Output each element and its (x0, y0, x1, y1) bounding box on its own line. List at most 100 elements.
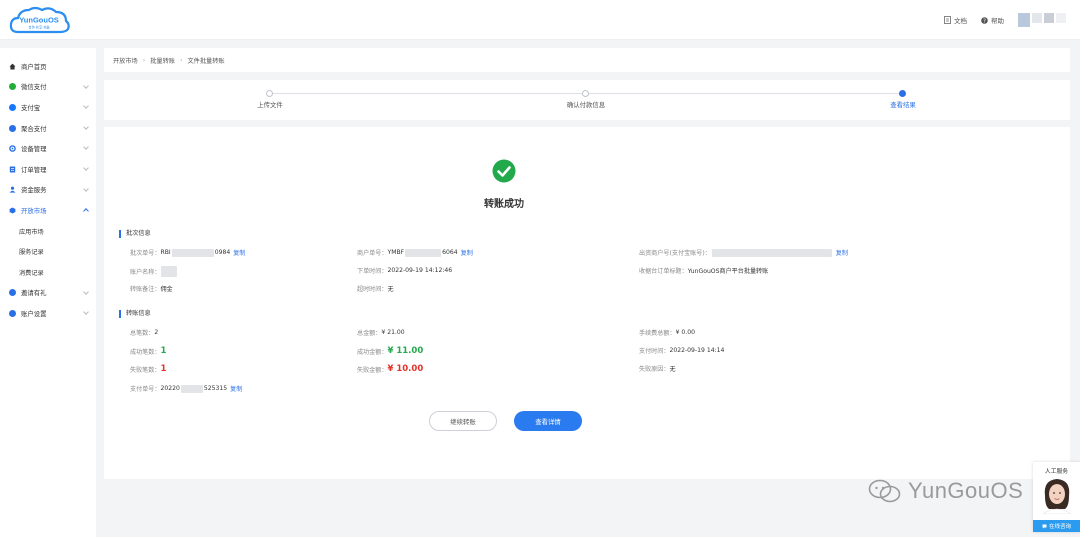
timeout-field: 超时时间： 无 (357, 284, 394, 293)
batch-section-title: 批次信息 (119, 230, 151, 238)
alipay-icon (9, 103, 16, 111)
sidebar-subitem-app-market[interactable]: 应用市场 (0, 221, 96, 242)
sidebar-item-orders[interactable]: 订单管理 (0, 159, 96, 180)
copy-merchant-no-button[interactable]: 复制 (461, 248, 473, 257)
sidebar-item-label: 邀请有礼 (21, 289, 47, 298)
step-connector (273, 93, 585, 94)
docs-link[interactable]: 文档 (944, 15, 967, 25)
pay-no-suffix: 525315 (203, 385, 228, 392)
sidebar-item-wechat-pay[interactable]: 微信支付 (0, 77, 96, 98)
order-time-label: 下单时间： (357, 268, 388, 275)
sidebar-item-label: 账户设置 (21, 309, 47, 318)
yungouos-logo[interactable]: YunGouOS 合作·共享·共赢 (8, 4, 72, 36)
success-amount-label: 成功金额： (357, 348, 388, 356)
fail-reason-label: 失败原因： (639, 366, 670, 373)
payer-account-label: 出资商户号(支付宝账号)： (639, 250, 711, 257)
masked-value (405, 248, 442, 257)
online-consult-label: 在线咨询 (1048, 524, 1071, 530)
customer-service-widget[interactable]: 人工服务 在线咨询 (1033, 462, 1080, 532)
masked-value (171, 248, 214, 257)
total-amount-field: 总金额： ¥ 21.00 (357, 328, 405, 337)
wechat-icon (9, 83, 16, 91)
sidebar-item-open-market[interactable]: 开放市场 (0, 200, 96, 221)
success-count-value: 1 (160, 346, 167, 356)
online-consult-button[interactable]: 在线咨询 (1033, 520, 1080, 532)
sidebar-item-invite[interactable]: 邀请有礼 (0, 283, 96, 304)
chevron-down-icon (83, 288, 89, 295)
success-check-icon (492, 159, 516, 183)
fund-icon (9, 186, 16, 193)
batch-no-prefix: RBI (160, 249, 171, 256)
masked-value (711, 248, 832, 257)
aggregate-pay-icon (9, 124, 16, 132)
bill-title-value: YunGouOS商户平台批量转账 (687, 268, 769, 275)
wechat-watermark-icon (868, 479, 901, 503)
batch-no-suffix: 0984 (214, 249, 231, 256)
success-count-field: 成功笔数： 1 (130, 346, 166, 356)
fail-reason-value: 无 (669, 366, 676, 373)
breadcrumb-batch-transfer[interactable]: 批量转账 (150, 56, 175, 65)
market-icon (9, 207, 16, 214)
progress-steps: 上传文件 确认付款信息 查看结果 (104, 80, 1070, 120)
pay-no-prefix: 20220 (160, 385, 180, 392)
user-avatar[interactable] (1018, 13, 1066, 27)
step-label-confirm: 确认付款信息 (566, 101, 606, 109)
step-label-result: 查看结果 (890, 101, 916, 109)
pay-no-field: 支付单号： 20220 525315 复制 (130, 384, 242, 393)
sidebar-item-aggregate-pay[interactable]: 聚合支付 (0, 118, 96, 139)
order-time-value: 2022-09-19 14:12:46 (387, 267, 453, 274)
step-label-upload: 上传文件 (257, 101, 283, 109)
logo-text: YunGouOS (19, 16, 59, 25)
merchant-no-prefix: YMBF (387, 249, 405, 256)
copy-pay-no-button[interactable]: 复制 (230, 384, 242, 393)
timeout-label: 超时时间： (357, 286, 388, 293)
copy-batch-no-button[interactable]: 复制 (233, 248, 245, 257)
fail-count-field: 失败笔数： 1 (130, 364, 166, 374)
step-dot-confirm (582, 90, 589, 97)
step-dot-upload (266, 90, 273, 97)
sidebar-subitem-service-records[interactable]: 服务记录 (0, 241, 96, 262)
logo-tagline: 合作·共享·共赢 (28, 25, 50, 30)
batch-no-label: 批次单号： (130, 250, 161, 257)
total-count-field: 总笔数： 2 (130, 328, 158, 337)
step-dot-result (899, 90, 906, 97)
breadcrumb-open-market[interactable]: 开放市场 (113, 56, 138, 65)
help-icon: ? (981, 16, 988, 24)
docs-label: 文档 (954, 17, 967, 25)
watermark: YunGouOS (868, 478, 1023, 504)
total-amount-value: ¥ 21.00 (381, 329, 405, 336)
order-icon (9, 166, 16, 173)
copy-payer-account-button[interactable]: 复制 (836, 248, 848, 257)
breadcrumb-file-batch-transfer: 文件批量转账 (187, 57, 225, 65)
sidebar-item-home[interactable]: 商户首页 (0, 56, 96, 77)
account-settings-icon (9, 309, 16, 317)
pay-time-value: 2022-09-19 14:14 (669, 347, 725, 354)
account-name-label: 账户名称： (130, 269, 161, 276)
sidebar-item-alipay[interactable]: 支付宝 (0, 97, 96, 118)
sidebar-item-device[interactable]: 设备管理 (0, 138, 96, 159)
sidebar-subitem-consumption-records[interactable]: 消费记录 (0, 262, 96, 283)
chevron-down-icon (83, 165, 89, 171)
sidebar-item-label: 聚合支付 (21, 124, 47, 133)
chevron-up-icon (83, 208, 89, 214)
payer-account-field: 出资商户号(支付宝账号)： 复制 (639, 248, 848, 257)
sidebar-item-account-settings[interactable]: 账户设置 (0, 303, 96, 324)
sidebar-item-label: 微信支付 (21, 83, 47, 92)
breadcrumb-separator-icon: › (179, 56, 183, 64)
document-icon (944, 16, 951, 24)
continue-transfer-button[interactable]: 继续转账 (429, 411, 497, 431)
help-link[interactable]: ? 帮助 (981, 15, 1004, 25)
merchant-no-suffix: 6064 (442, 249, 458, 256)
total-count-label: 总笔数： (130, 330, 155, 337)
fail-amount-field: 失败金额： ¥ 10.00 (357, 364, 423, 374)
breadcrumb-separator-icon: › (142, 56, 146, 64)
account-name-field: 账户名称： (130, 266, 178, 277)
chevron-down-icon (83, 103, 89, 110)
fee-value: ¥ 0.00 (675, 329, 695, 336)
merchant-no-field: 商户单号： YMBF 6064 复制 (357, 248, 473, 257)
chat-bubble-icon (1042, 524, 1047, 529)
batch-no-field: 批次单号： RBI 0984 复制 (130, 248, 245, 257)
view-details-button[interactable]: 查看详情 (514, 411, 582, 431)
sidebar-item-label: 设备管理 (21, 145, 47, 154)
sidebar-item-funds[interactable]: 资金服务 (0, 180, 96, 201)
